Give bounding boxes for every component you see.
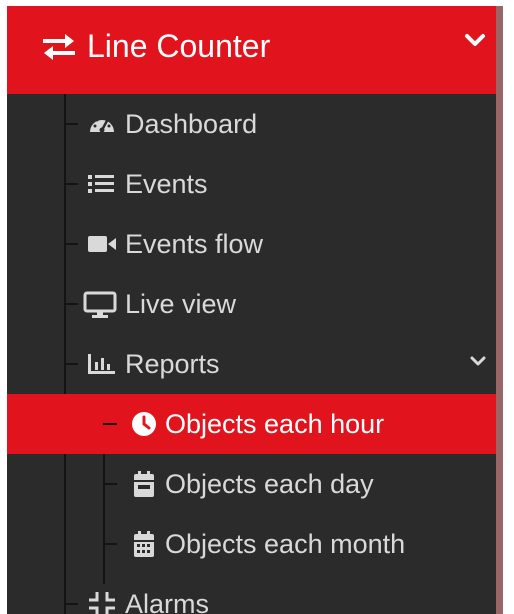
menu-item-label: Dashboard <box>125 109 258 139</box>
submenu-item-objects-each-hour[interactable]: Objects each hour <box>7 394 503 454</box>
menu-item-events-flow[interactable]: Events flow <box>7 214 503 274</box>
app-frame: Line Counter Dashboard Events Events flo… <box>0 0 514 614</box>
tree-tick <box>64 123 78 125</box>
tree-tick <box>103 483 117 485</box>
tree-tick <box>64 303 78 305</box>
submenu-item-label: Objects each month <box>165 529 406 559</box>
calendar-month-icon <box>134 531 154 557</box>
monitor-icon <box>83 291 117 318</box>
submenu-item-objects-each-month[interactable]: Objects each month <box>7 514 503 574</box>
compress-arrows-icon <box>89 592 115 614</box>
exchange-arrows-icon <box>43 34 75 60</box>
calendar-day-icon <box>134 471 154 497</box>
tachometer-icon <box>90 116 114 133</box>
menu-item-label: Live view <box>125 289 237 319</box>
chevron-down-icon[interactable] <box>469 354 487 368</box>
tree-tick <box>64 603 78 605</box>
scrollbar[interactable] <box>496 6 503 614</box>
menu-item-events[interactable]: Events <box>7 154 503 214</box>
tree-tick <box>103 423 117 425</box>
menu-item-label: Alarms <box>125 589 210 614</box>
section-header-line-counter[interactable]: Line Counter <box>7 6 503 94</box>
menu-item-reports[interactable]: Reports <box>7 334 503 394</box>
menu-item-label: Events <box>125 169 208 199</box>
submenu-item-objects-each-day[interactable]: Objects each day <box>7 454 503 514</box>
bar-chart-icon <box>88 354 115 374</box>
tree-tick <box>64 363 78 365</box>
menu-item-label: Reports <box>125 349 220 379</box>
tree-tick <box>103 543 117 545</box>
video-camera-icon <box>88 236 116 252</box>
list-icon <box>88 175 114 193</box>
sidebar-menu: Line Counter Dashboard Events Events flo… <box>7 6 503 614</box>
submenu-item-label: Objects each day <box>165 469 374 499</box>
menu-item-dashboard[interactable]: Dashboard <box>7 94 503 154</box>
menu-item-live-view[interactable]: Live view <box>7 274 503 334</box>
chevron-down-icon[interactable] <box>463 30 487 50</box>
submenu-item-label: Objects each hour <box>165 409 385 439</box>
section-title: Line Counter <box>87 28 271 64</box>
menu-item-label: Events flow <box>125 229 264 259</box>
tree-tick <box>64 243 78 245</box>
tree-tick <box>64 183 78 185</box>
clock-icon <box>132 412 156 436</box>
menu-item-alarms[interactable]: Alarms <box>7 574 503 614</box>
